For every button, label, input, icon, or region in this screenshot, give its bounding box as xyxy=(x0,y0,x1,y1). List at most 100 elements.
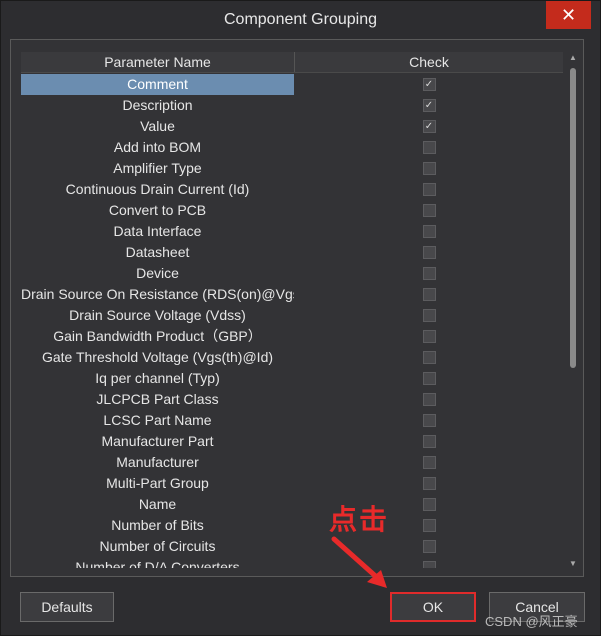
table-row[interactable]: Device xyxy=(21,263,563,284)
parameter-grid: Parameter Name Check Comment ✓ Description… xyxy=(21,52,563,568)
table-row[interactable]: Gain Bandwidth Product（GBP） xyxy=(21,326,563,347)
table-row[interactable]: Add into BOM xyxy=(21,137,563,158)
checkbox[interactable] xyxy=(422,246,436,259)
parameter-name-cell: Number of D/A Converters xyxy=(75,559,240,568)
annotation-arrow-icon xyxy=(331,536,387,588)
checkbox[interactable] xyxy=(422,141,436,154)
table-row[interactable]: Number of Bits xyxy=(21,515,563,536)
parameter-name-cell: Multi-Part Group xyxy=(106,475,209,491)
table-row[interactable]: Continuous Drain Current (Id) xyxy=(21,179,563,200)
parameter-name-cell: Drain Source Voltage (Vdss) xyxy=(69,307,246,323)
checkbox[interactable] xyxy=(422,456,436,469)
check-cell xyxy=(294,435,563,448)
table-row[interactable]: Datasheet xyxy=(21,242,563,263)
checkbox[interactable] xyxy=(422,540,436,553)
parameter-name-cell: Drain Source On Resistance (RDS(on)@Vgs, xyxy=(21,286,294,302)
defaults-button[interactable]: Defaults xyxy=(20,592,114,622)
check-cell xyxy=(294,372,563,385)
table-row[interactable]: JLCPCB Part Class xyxy=(21,389,563,410)
check-cell xyxy=(294,162,563,175)
parameter-name-cell: Iq per channel (Typ) xyxy=(95,370,220,386)
parameter-name-cell: Amplifier Type xyxy=(113,160,202,176)
table-row[interactable]: Number of Circuits xyxy=(21,536,563,557)
scroll-thumb[interactable] xyxy=(570,68,576,368)
checkbox[interactable] xyxy=(422,204,436,217)
checkbox[interactable] xyxy=(422,183,436,196)
table-row[interactable]: Comment ✓ xyxy=(21,74,563,95)
grid-header: Parameter Name Check xyxy=(21,52,563,73)
scroll-down-icon[interactable]: ▼ xyxy=(569,560,577,568)
checkbox[interactable] xyxy=(422,393,436,406)
parameter-name-cell: LCSC Part Name xyxy=(103,412,212,428)
checkbox[interactable] xyxy=(422,309,436,322)
check-cell xyxy=(294,309,563,322)
checkbox[interactable] xyxy=(422,498,436,511)
checkbox[interactable] xyxy=(422,288,436,301)
checkbox[interactable] xyxy=(422,225,436,238)
checkbox[interactable] xyxy=(422,519,436,532)
check-cell xyxy=(294,141,563,154)
check-cell xyxy=(294,351,563,364)
table-row[interactable]: Name xyxy=(21,494,563,515)
check-cell xyxy=(294,288,563,301)
checkbox[interactable] xyxy=(422,330,436,343)
checkbox[interactable] xyxy=(422,267,436,280)
table-row[interactable]: Number of D/A Converters xyxy=(21,557,563,568)
checkbox[interactable] xyxy=(422,372,436,385)
check-cell: ✓ xyxy=(294,99,563,112)
header-parameter-name[interactable]: Parameter Name xyxy=(21,52,295,72)
checkbox[interactable]: ✓ xyxy=(422,120,436,133)
parameter-name-cell: Add into BOM xyxy=(113,139,202,155)
check-cell xyxy=(294,330,563,343)
parameter-grid-frame: Parameter Name Check Comment ✓ Description… xyxy=(10,39,584,577)
checkbox[interactable]: ✓ xyxy=(422,78,436,91)
table-row[interactable]: Data Interface xyxy=(21,221,563,242)
vertical-scrollbar[interactable]: ▲ ▼ xyxy=(567,52,579,570)
checkbox[interactable] xyxy=(422,561,436,568)
header-check[interactable]: Check xyxy=(295,52,563,72)
checkbox[interactable]: ✓ xyxy=(422,99,436,112)
table-row[interactable]: Amplifier Type xyxy=(21,158,563,179)
table-row[interactable]: Convert to PCB xyxy=(21,200,563,221)
parameter-name-cell: Description xyxy=(122,97,193,113)
checkbox[interactable] xyxy=(422,477,436,490)
check-cell xyxy=(294,225,563,238)
click-annotation-text: 点击 xyxy=(329,503,390,536)
table-row[interactable]: LCSC Part Name xyxy=(21,410,563,431)
parameter-name-cell: Comment xyxy=(21,74,294,95)
checkbox[interactable] xyxy=(422,351,436,364)
parameter-name-cell: Manufacturer xyxy=(116,454,199,470)
parameter-name-cell: JLCPCB Part Class xyxy=(96,391,219,407)
check-cell xyxy=(294,456,563,469)
table-row[interactable]: Manufacturer xyxy=(21,452,563,473)
table-row[interactable]: Drain Source Voltage (Vdss) xyxy=(21,305,563,326)
table-row[interactable]: Manufacturer Part xyxy=(21,431,563,452)
table-row[interactable]: Description ✓ xyxy=(21,95,563,116)
check-cell xyxy=(294,477,563,490)
check-cell: ✓ xyxy=(294,120,563,133)
parameter-name-cell: Gate Threshold Voltage (Vgs(th)@Id) xyxy=(41,349,274,365)
table-row[interactable]: Iq per channel (Typ) xyxy=(21,368,563,389)
close-button[interactable]: ✕ xyxy=(546,1,591,29)
table-row[interactable]: Multi-Part Group xyxy=(21,473,563,494)
table-row[interactable]: Value ✓ xyxy=(21,116,563,137)
checkbox[interactable] xyxy=(422,414,436,427)
watermark: CSDN @风正豪 xyxy=(485,614,578,629)
parameter-name-cell: Number of Bits xyxy=(111,517,204,533)
check-cell: ✓ xyxy=(294,78,563,91)
grid-rows: Comment ✓ Description ✓ Value ✓ Add into BOM Am… xyxy=(21,74,563,568)
component-grouping-dialog: Component Grouping ✕ Parameter Name Chec… xyxy=(0,0,601,636)
parameter-name-cell: Data Interface xyxy=(113,223,202,239)
checkbox[interactable] xyxy=(422,435,436,448)
checkbox[interactable] xyxy=(422,162,436,175)
parameter-name-cell: Datasheet xyxy=(125,244,190,260)
ok-button[interactable]: OK xyxy=(390,592,476,622)
title-bar: Component Grouping ✕ xyxy=(1,1,600,39)
scroll-up-icon[interactable]: ▲ xyxy=(569,54,577,62)
table-row[interactable]: Drain Source On Resistance (RDS(on)@Vgs, xyxy=(21,284,563,305)
parameter-name-cell: Gain Bandwidth Product（GBP） xyxy=(53,328,262,344)
parameter-name-cell: Number of Circuits xyxy=(99,538,216,554)
table-row[interactable]: Gate Threshold Voltage (Vgs(th)@Id) xyxy=(21,347,563,368)
check-cell xyxy=(294,393,563,406)
check-cell xyxy=(294,414,563,427)
